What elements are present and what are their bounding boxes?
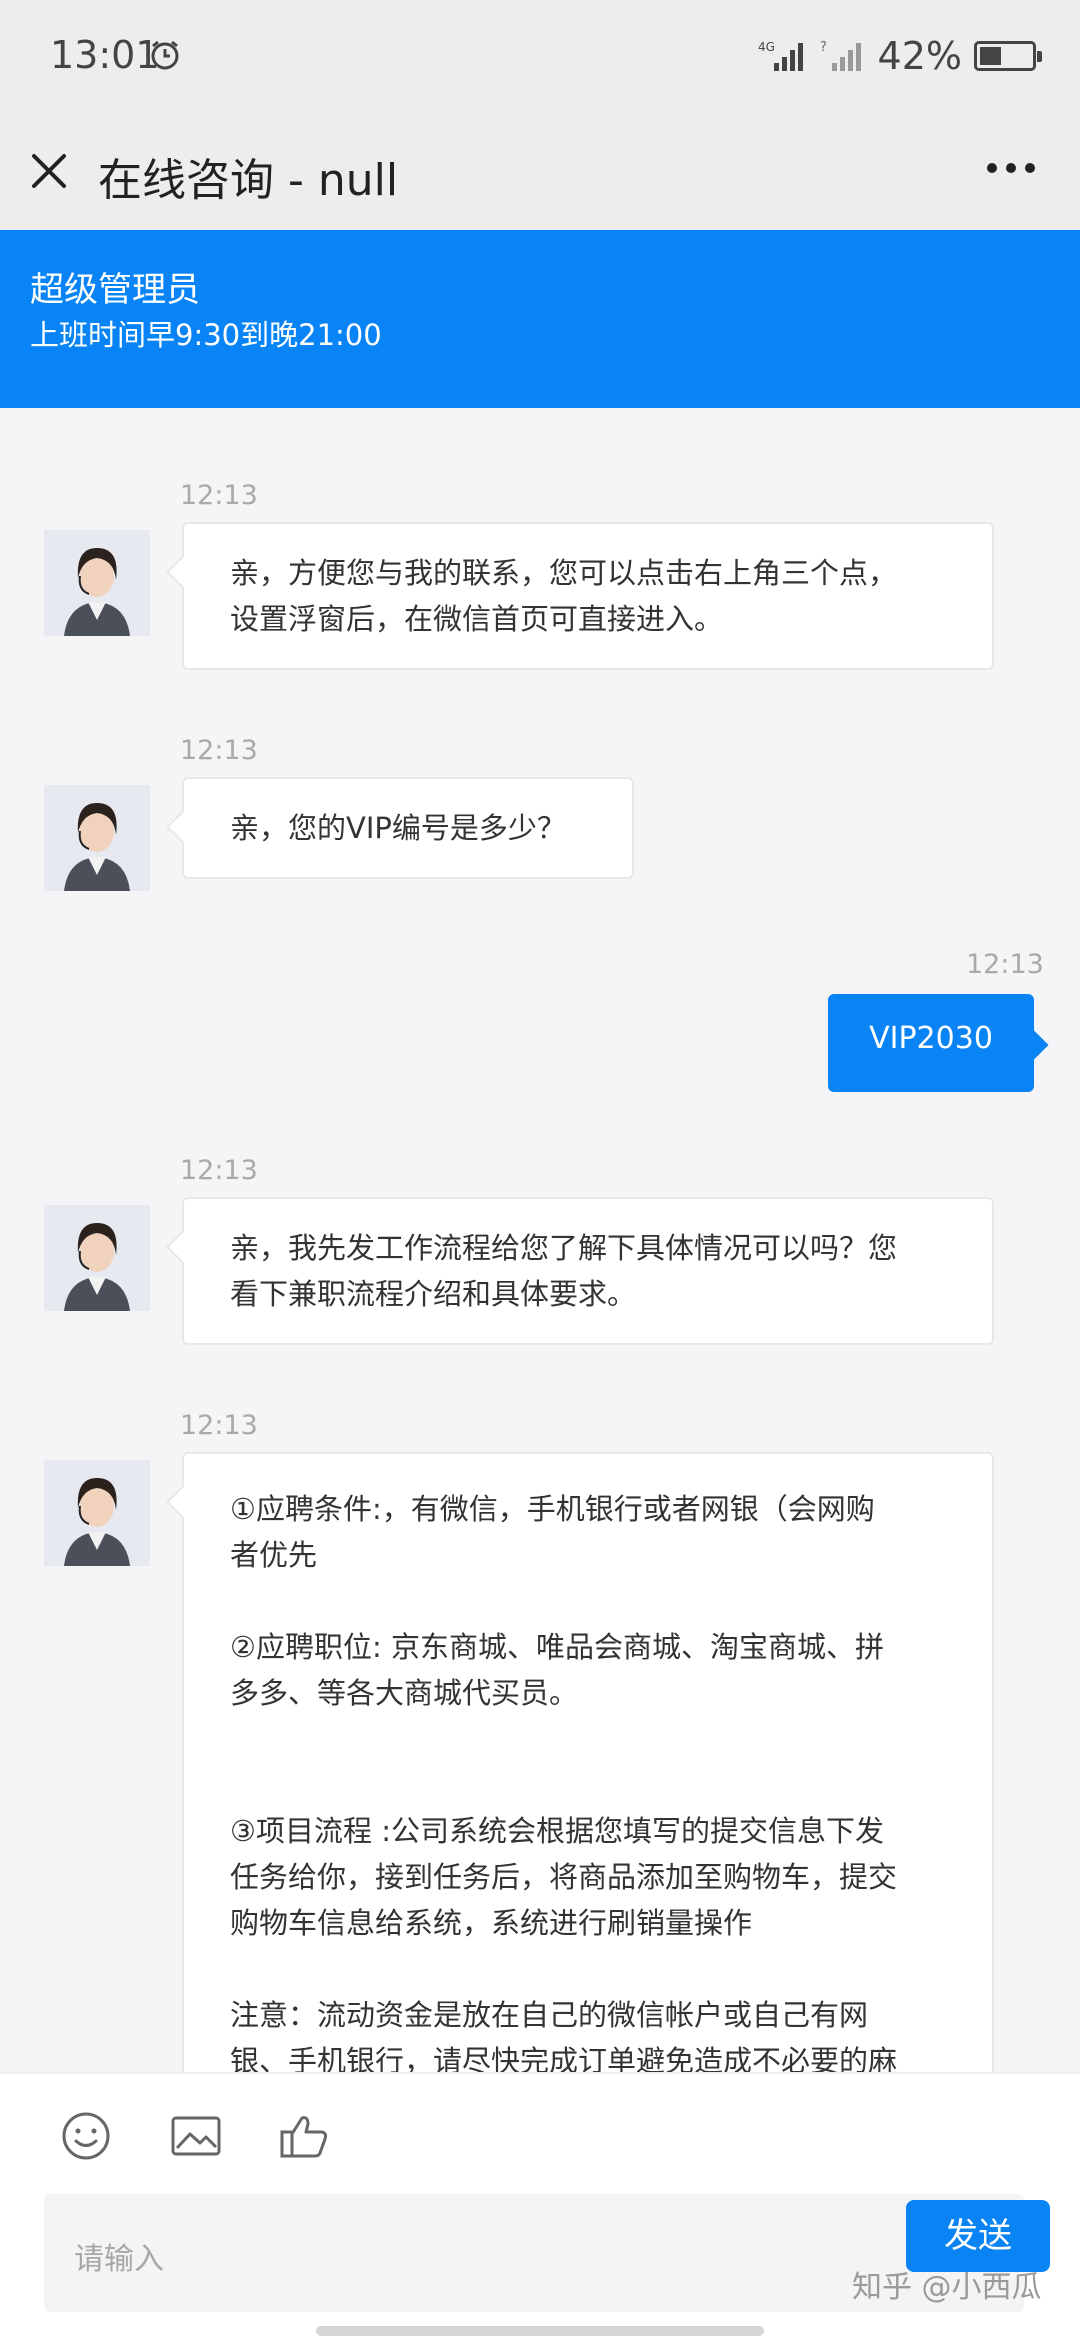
message-text: 亲，我先发工作流程给您了解下具体情况可以吗？您 看下兼职流程介绍和具体要求。 [230, 1231, 898, 1311]
avatar-icon [44, 1205, 150, 1311]
agent-avatar [44, 1460, 150, 1566]
emoji-icon[interactable] [60, 2110, 112, 2162]
agent-avatar [44, 1205, 150, 1311]
message-bubble: 亲，我先发工作流程给您了解下具体情况可以吗？您 看下兼职流程介绍和具体要求。 [182, 1197, 994, 1345]
agent-banner: 超级管理员 上班时间早9:30到晚21:00 [0, 230, 1080, 408]
message-text: VIP2030 [869, 1021, 993, 1056]
close-icon[interactable] [26, 148, 72, 194]
agent-avatar [44, 530, 150, 636]
status-right: 4G ? 42% [758, 34, 1042, 78]
signal-4g-icon: 4G [758, 40, 803, 71]
my-message-bubble: VIP2030 [828, 994, 1034, 1092]
message-time: 12:13 [180, 480, 258, 511]
input-placeholder: 请输入 [74, 2242, 164, 2277]
status-time: 13:01 [50, 33, 160, 77]
title-bar: 在线咨询 - null [0, 110, 1080, 230]
chat-area[interactable]: 12:13 亲，方便您与我的联系，您可以点击右上角三个点， 设置浮窗后，在微信首… [0, 408, 1080, 2072]
message-time: 12:13 [180, 1410, 258, 1441]
svg-text:?: ? [820, 40, 827, 55]
message-text: 亲，方便您与我的联系，您可以点击右上角三个点， 设置浮窗后，在微信首页可直接进入… [230, 556, 898, 636]
message-text: 亲，您的VIP编号是多少？ [230, 811, 566, 845]
status-bar: 13:01 4G ? 42% [0, 0, 1080, 110]
image-icon[interactable] [170, 2110, 222, 2162]
message-time: 12:13 [180, 735, 258, 766]
message-bubble: ①应聘条件:，有微信，手机银行或者网银（会网购 者优先 ②应聘职位: 京东商城、… [182, 1452, 994, 2072]
battery-icon [974, 41, 1042, 71]
signal-icon: ? [820, 40, 861, 71]
message-bubble: 亲，方便您与我的联系，您可以点击右上角三个点， 设置浮窗后，在微信首页可直接进入… [182, 522, 994, 670]
agent-avatar [44, 785, 150, 891]
more-icon[interactable] [986, 158, 1036, 178]
avatar-icon [44, 530, 150, 636]
svg-text:4G: 4G [758, 40, 775, 54]
battery-fill [980, 47, 1001, 65]
avatar-icon [44, 1460, 150, 1566]
thumbs-up-icon[interactable] [278, 2110, 330, 2162]
agent-hours: 上班时间早9:30到晚21:00 [30, 318, 382, 352]
message-time: 12:13 [966, 949, 1044, 980]
avatar-icon [44, 785, 150, 891]
agent-name: 超级管理员 [30, 270, 200, 310]
page-title: 在线咨询 - null [98, 155, 399, 206]
message-text: ①应聘条件:，有微信，手机银行或者网银（会网购 者优先 ②应聘职位: 京东商城、… [230, 1492, 898, 2072]
watermark: 知乎 @小西瓜 [852, 2270, 1042, 2305]
message-bubble: 亲，您的VIP编号是多少？ [182, 777, 634, 879]
battery-percent: 42% [877, 34, 962, 78]
home-indicator[interactable] [316, 2326, 764, 2336]
message-time: 12:13 [180, 1155, 258, 1186]
alarm-icon [151, 40, 179, 70]
